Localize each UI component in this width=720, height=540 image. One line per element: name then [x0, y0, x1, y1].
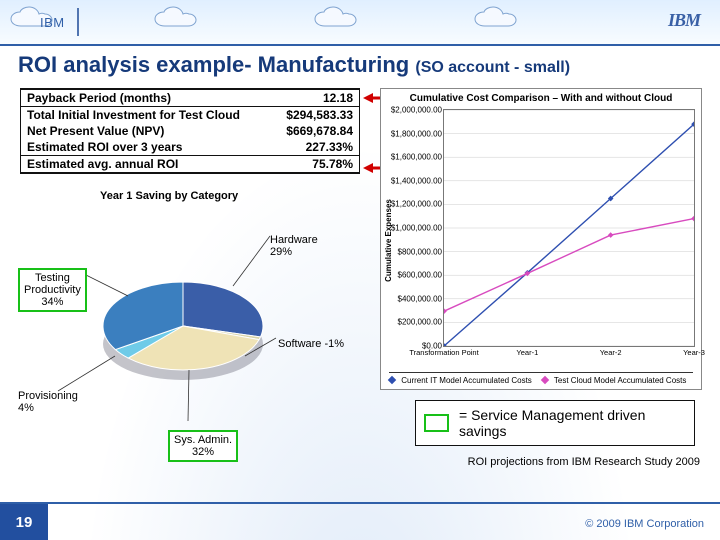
metrics-row: Payback Period (months) 12.18: [21, 89, 359, 107]
ytick: $1,400,000.00: [391, 176, 444, 185]
pie-label-sysadmin: Sys. Admin. 32%: [168, 430, 238, 462]
legend-swatch: [541, 376, 549, 384]
metrics-row: Net Present Value (NPV) $669,678.84: [21, 123, 359, 139]
ytick: $1,000,000.00: [391, 224, 444, 233]
ytick: $2,000,000.00: [391, 106, 444, 115]
ytick: $200,000.00: [398, 318, 445, 327]
cloud-icon: [150, 6, 210, 30]
line-chart-plot: $0.00$200,000.00$400,000.00$600,000.00$8…: [443, 109, 695, 347]
xtick: Year-1: [516, 346, 538, 357]
title-sub: (SO account - small): [415, 59, 570, 76]
slide: { "brand": {"text":"IBM","logo":"IBM"}, …: [0, 0, 720, 540]
callout-text: = Service Management driven savings: [459, 407, 686, 439]
pie-title: Year 1 Saving by Category: [100, 190, 238, 202]
metrics-value: 227.33%: [306, 140, 353, 154]
metrics-label: Estimated ROI over 3 years: [27, 140, 182, 154]
line-chart: Cumulative Cost Comparison – With and wi…: [380, 88, 702, 390]
ytick: $1,200,000.00: [391, 200, 444, 209]
pie-label-software: Software -1%: [278, 338, 344, 350]
ytick: $1,800,000.00: [391, 129, 444, 138]
metrics-table: Payback Period (months) 12.18 Total Initia…: [20, 88, 360, 174]
brand-separator: [77, 8, 79, 36]
legend-item: Current IT Model Accumulated Costs: [389, 376, 532, 385]
ytick: $400,000.00: [398, 294, 445, 303]
xtick: Transformation Point: [409, 346, 478, 357]
metrics-label: Net Present Value (NPV): [27, 124, 164, 138]
source-note: ROI projections from IBM Research Study …: [380, 456, 700, 468]
green-square-icon: [424, 414, 449, 432]
copyright: © 2009 IBM Corporation: [585, 518, 704, 530]
page-number: 19: [0, 504, 48, 540]
title-main: ROI analysis example- Manufacturing: [18, 52, 409, 77]
ytick: $600,000.00: [398, 271, 445, 280]
cloud-icon: [310, 6, 370, 30]
metrics-value: 12.18: [323, 91, 353, 105]
line-chart-legend: Current IT Model Accumulated Costs Test …: [389, 372, 693, 385]
metrics-row: Estimated ROI over 3 years 227.33%: [21, 139, 359, 155]
header-divider: [0, 44, 720, 46]
ytick: $800,000.00: [398, 247, 445, 256]
metrics-row: Estimated avg. annual ROI 75.78%: [21, 155, 359, 173]
pie-label-hardware: Hardware 29%: [270, 234, 318, 258]
metrics-label: Total Initial Investment for Test Cloud: [27, 108, 240, 122]
cloud-icon: [470, 6, 530, 30]
brand-text: IBM: [40, 15, 65, 30]
metrics-label: Payback Period (months): [27, 91, 171, 105]
footer-divider: [0, 502, 720, 504]
legend-swatch: [388, 376, 396, 384]
line-chart-title: Cumulative Cost Comparison – With and wi…: [381, 93, 701, 104]
service-mgmt-callout: = Service Management driven savings: [415, 400, 695, 446]
metrics-value: 75.78%: [312, 157, 353, 171]
metrics-value: $669,678.84: [286, 124, 353, 138]
pie-label-provisioning: Provisioning 4%: [18, 390, 78, 414]
ytick: $1,600,000.00: [391, 153, 444, 162]
pie-label-testing: Testing Productivity 34%: [18, 268, 87, 312]
metrics-label: Estimated avg. annual ROI: [27, 157, 178, 171]
legend-item: Test Cloud Model Accumulated Costs: [542, 376, 687, 385]
ibm-logo: IBM: [668, 10, 700, 31]
metrics-row: Total Initial Investment for Test Cloud $…: [21, 107, 359, 123]
xtick: Year-2: [600, 346, 622, 357]
xtick: Year-3: [683, 346, 705, 357]
slide-title: ROI analysis example- Manufacturing (SO …: [18, 52, 570, 78]
metrics-value: $294,583.33: [286, 108, 353, 122]
